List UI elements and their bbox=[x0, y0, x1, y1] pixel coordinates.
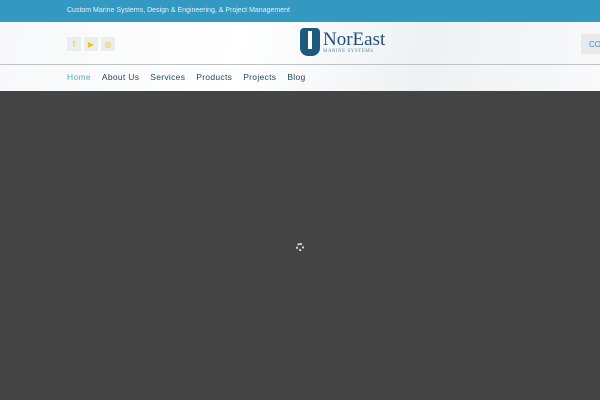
nav-products[interactable]: Products bbox=[196, 72, 232, 82]
contact-button[interactable]: CO bbox=[581, 34, 600, 54]
instagram-icon[interactable]: ◎ bbox=[101, 37, 115, 51]
facebook-icon[interactable]: f bbox=[67, 37, 81, 51]
header: f ▶ ◎ NorEast MARINE SYSTEMS CO Home Abou… bbox=[0, 22, 600, 91]
nav-home[interactable]: Home bbox=[67, 72, 91, 82]
loading-spinner-icon bbox=[296, 243, 304, 251]
nav-projects[interactable]: Projects bbox=[243, 72, 276, 82]
nav-about-us[interactable]: About Us bbox=[102, 72, 139, 82]
youtube-icon[interactable]: ▶ bbox=[84, 37, 98, 51]
social-links: f ▶ ◎ bbox=[67, 37, 115, 51]
content-area bbox=[0, 91, 600, 400]
nav-blog[interactable]: Blog bbox=[287, 72, 305, 82]
tagline: Custom Marine Systems, Design & Engineer… bbox=[67, 7, 290, 14]
lighthouse-icon bbox=[300, 28, 320, 56]
main-nav: Home About Us Services Products Projects… bbox=[67, 72, 306, 82]
divider bbox=[0, 64, 600, 65]
logo[interactable]: NorEast MARINE SYSTEMS bbox=[300, 28, 385, 56]
logo-name: NorEast bbox=[323, 29, 386, 50]
nav-services[interactable]: Services bbox=[150, 72, 185, 82]
top-bar: Custom Marine Systems, Design & Engineer… bbox=[0, 0, 600, 22]
